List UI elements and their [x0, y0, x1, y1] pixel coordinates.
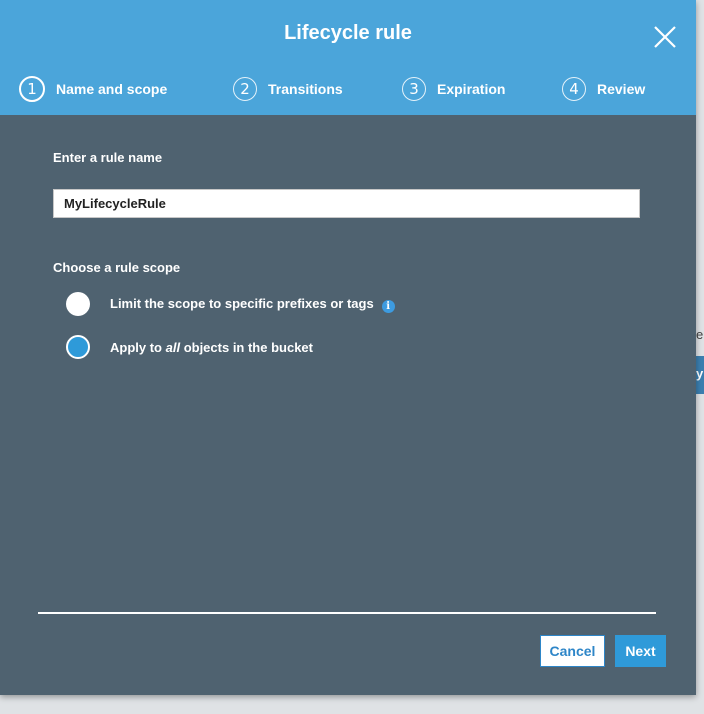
step-label: Name and scope [56, 81, 168, 97]
step-label: Expiration [437, 81, 506, 97]
step-number: 3 [402, 77, 426, 101]
background-button-label: y [696, 366, 704, 381]
background-button: y [696, 356, 704, 394]
close-button[interactable] [652, 24, 678, 50]
rule-name-input[interactable] [53, 189, 640, 218]
step-review[interactable]: 4 Review [562, 75, 645, 103]
step-number: 2 [233, 77, 257, 101]
step-label: Transitions [268, 81, 343, 97]
background-text-fragment: er [696, 327, 704, 342]
radio-label-limit-scope: Limit the scope to specific prefixes or … [110, 296, 395, 313]
step-number: 4 [562, 77, 586, 101]
footer-divider [38, 612, 656, 614]
dialog-title: Lifecycle rule [284, 22, 412, 44]
cancel-button[interactable]: Cancel [540, 635, 605, 667]
radio-label-emphasis: all [165, 339, 181, 355]
step-name-and-scope[interactable]: 1 Name and scope [19, 75, 167, 103]
scope-option-all[interactable]: Apply to all objects in the bucket [66, 335, 313, 359]
rule-scope-label: Choose a rule scope [53, 260, 181, 275]
dialog-header: Lifecycle rule 1 Name and scope 2 Transi… [0, 0, 696, 115]
radio-label-before: Apply to [110, 339, 166, 355]
radio-limit-scope[interactable] [66, 292, 90, 316]
step-transitions[interactable]: 2 Transitions [233, 75, 343, 103]
scope-option-limit[interactable]: Limit the scope to specific prefixes or … [66, 292, 395, 316]
rule-name-label: Enter a rule name [53, 150, 163, 165]
step-expiration[interactable]: 3 Expiration [402, 75, 505, 103]
step-number: 1 [19, 76, 45, 102]
radio-label-after: objects in the bucket [180, 339, 313, 355]
step-label: Review [597, 81, 646, 97]
lifecycle-rule-dialog: Lifecycle rule 1 Name and scope 2 Transi… [0, 0, 696, 695]
radio-apply-all[interactable] [66, 335, 90, 359]
wizard-steps: 1 Name and scope 2 Transitions 3 Expirat… [0, 75, 696, 103]
info-icon[interactable]: i [381, 299, 395, 313]
close-icon [654, 26, 676, 48]
next-button[interactable]: Next [615, 635, 666, 667]
radio-label-apply-all: Apply to all objects in the bucket [110, 340, 313, 355]
radio-label-limit-scope-text: Limit the scope to specific prefixes or … [110, 295, 374, 311]
